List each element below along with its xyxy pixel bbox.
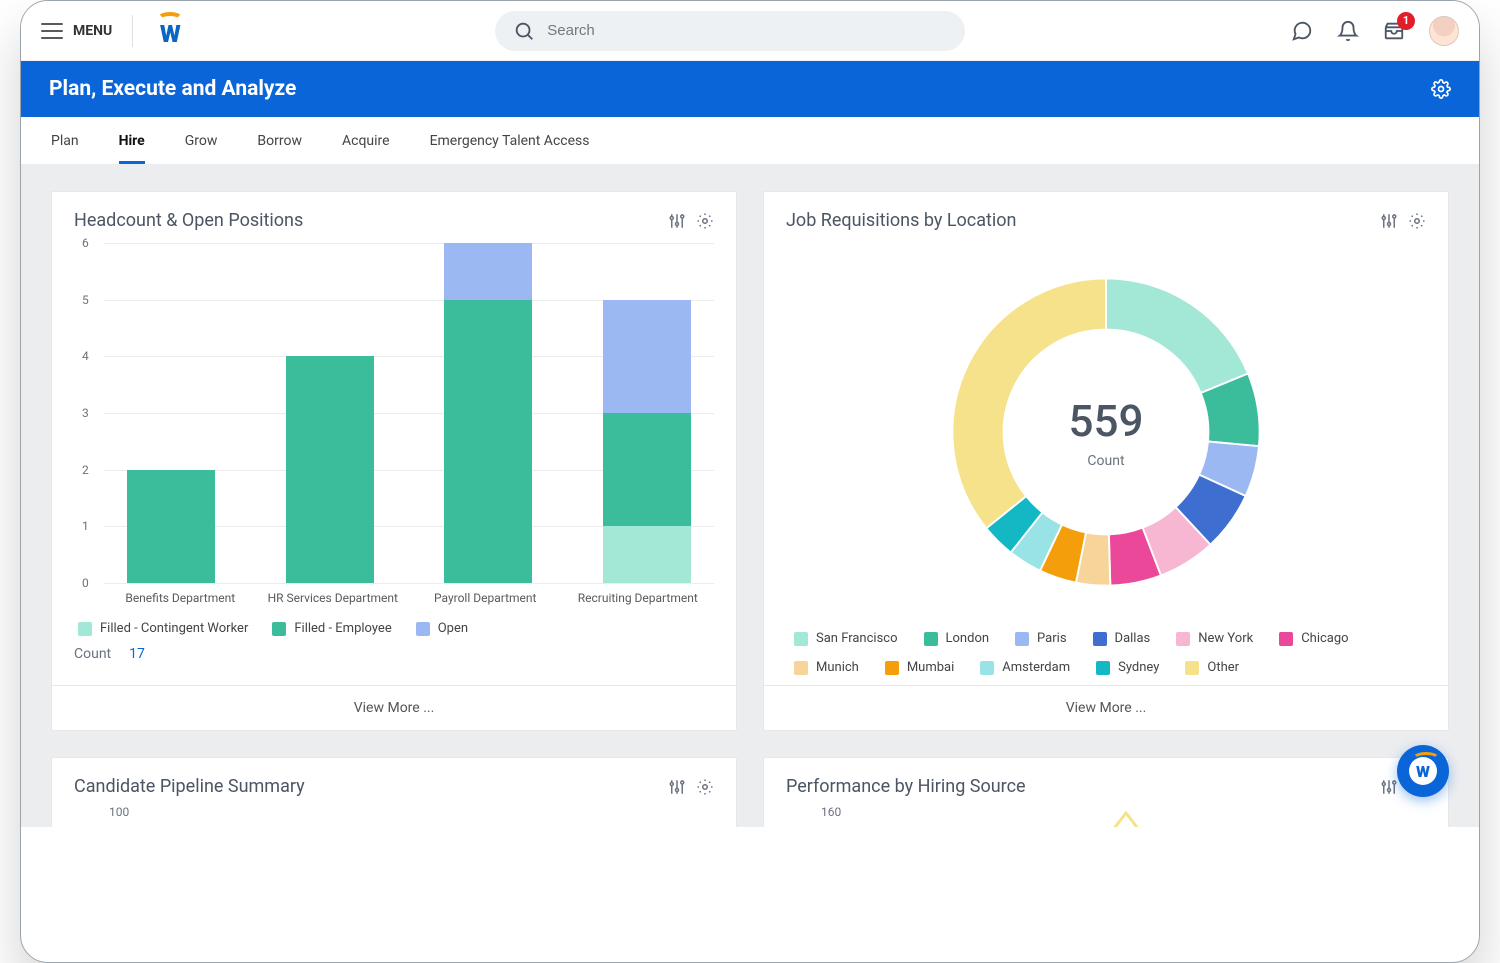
headcount-bar-chart: 0 1 2 3 4 5 6 Benefits DepartmentHR Services D… — [74, 239, 714, 685]
divider — [132, 15, 133, 47]
bar-segment — [603, 526, 691, 583]
legend-item[interactable]: Dallas — [1093, 631, 1151, 646]
y-tick: 2 — [82, 463, 89, 477]
card-title: Job Requisitions by Location — [786, 210, 1016, 231]
search-icon — [513, 20, 535, 42]
donut-center-label: Count — [1087, 453, 1124, 469]
bar-segment — [444, 300, 532, 583]
menu-button[interactable]: MENU — [41, 23, 112, 39]
bar-segment — [286, 356, 374, 583]
view-more-link[interactable]: View More ... — [764, 685, 1448, 730]
legend-item[interactable]: Sydney — [1096, 660, 1159, 675]
card-title: Performance by Hiring Source — [786, 776, 1026, 797]
y-tick: 6 — [82, 236, 89, 250]
tab-plan[interactable]: Plan — [51, 119, 79, 163]
y-tick: 3 — [82, 406, 89, 420]
legend-item[interactable]: Amsterdam — [980, 660, 1070, 675]
assistant-fab[interactable]: W — [1397, 745, 1449, 797]
hamburger-icon — [41, 23, 63, 39]
legend-item[interactable]: Filled - Employee — [272, 621, 391, 636]
y-tick: 4 — [82, 349, 89, 363]
gear-icon[interactable] — [696, 778, 714, 796]
donut-center-value: 559 — [1068, 395, 1143, 447]
workday-logo[interactable]: W — [153, 14, 187, 48]
settings-sliders-icon[interactable] — [1380, 778, 1398, 796]
gear-icon[interactable] — [1408, 212, 1426, 230]
x-tick: Recruiting Department — [562, 591, 715, 605]
bar-segment — [603, 413, 691, 526]
tab-hire[interactable]: Hire — [119, 119, 145, 163]
card-headcount: Headcount & Open Positions 0 1 2 3 4 5 6 — [51, 191, 737, 731]
bar-column[interactable] — [127, 470, 215, 583]
card-title: Candidate Pipeline Summary — [74, 776, 305, 797]
gear-icon[interactable] — [696, 212, 714, 230]
bar-segment — [603, 300, 691, 413]
x-tick: Benefits Department — [104, 591, 257, 605]
bar-column[interactable] — [286, 356, 374, 583]
card-performance: Performance by Hiring Source 160 — [763, 757, 1449, 827]
menu-label: MENU — [73, 23, 112, 39]
x-tick: HR Services Department — [257, 591, 410, 605]
legend-item[interactable]: Filled - Contingent Worker — [78, 621, 248, 636]
count-value: 17 — [129, 646, 145, 662]
legend-item[interactable]: San Francisco — [794, 631, 898, 646]
legend-item[interactable]: Paris — [1015, 631, 1066, 646]
legend-item[interactable]: Other — [1185, 660, 1239, 675]
chart-peak-icon — [1106, 811, 1146, 827]
legend-item[interactable]: Chicago — [1279, 631, 1348, 646]
settings-sliders-icon[interactable] — [1380, 212, 1398, 230]
tab-acquire[interactable]: Acquire — [342, 119, 390, 163]
dashboard-body: Headcount & Open Positions 0 1 2 3 4 5 6 — [21, 165, 1479, 827]
inbox-badge: 1 — [1397, 12, 1415, 30]
settings-sliders-icon[interactable] — [668, 778, 686, 796]
search-field[interactable] — [495, 11, 965, 51]
y-tick: 160 — [821, 805, 841, 819]
legend-item[interactable]: New York — [1176, 631, 1253, 646]
legend-item[interactable]: Munich — [794, 660, 859, 675]
settings-sliders-icon[interactable] — [668, 212, 686, 230]
tab-borrow[interactable]: Borrow — [257, 119, 302, 163]
avatar[interactable] — [1429, 16, 1459, 46]
bar-column[interactable] — [603, 300, 691, 583]
top-bar: MENU W 1 — [21, 1, 1479, 61]
tab-grow[interactable]: Grow — [185, 119, 218, 163]
tab-emergency-talent-access[interactable]: Emergency Talent Access — [430, 119, 590, 163]
search-input[interactable] — [547, 22, 947, 39]
card-pipeline: Candidate Pipeline Summary 100 — [51, 757, 737, 827]
x-tick: Payroll Department — [409, 591, 562, 605]
view-more-link[interactable]: View More ... — [52, 685, 736, 730]
y-tick: 0 — [82, 576, 89, 590]
bar-segment — [127, 470, 215, 583]
chat-icon[interactable] — [1291, 20, 1313, 42]
y-tick: 1 — [82, 519, 89, 533]
bar-column[interactable] — [444, 243, 532, 583]
page-title: Plan, Execute and Analyze — [49, 77, 296, 101]
y-tick: 100 — [109, 805, 129, 819]
bell-icon[interactable] — [1337, 20, 1359, 42]
legend-item[interactable]: Open — [416, 621, 468, 636]
legend-item[interactable]: Mumbai — [885, 660, 954, 675]
page-header: Plan, Execute and Analyze — [21, 61, 1479, 117]
y-tick: 5 — [82, 293, 89, 307]
inbox-button[interactable]: 1 — [1383, 20, 1405, 42]
tab-bar: Plan Hire Grow Borrow Acquire Emergency Talen… — [21, 117, 1479, 165]
topbar-right: 1 — [1291, 16, 1459, 46]
count-label: Count — [74, 646, 111, 662]
card-requisitions: Job Requisitions by Location 559 — [763, 191, 1449, 731]
card-title: Headcount & Open Positions — [74, 210, 303, 231]
bar-segment — [444, 243, 532, 300]
requisitions-donut-chart: 559 Count — [946, 272, 1266, 592]
legend-item[interactable]: London — [924, 631, 990, 646]
gear-icon[interactable] — [1431, 79, 1451, 99]
